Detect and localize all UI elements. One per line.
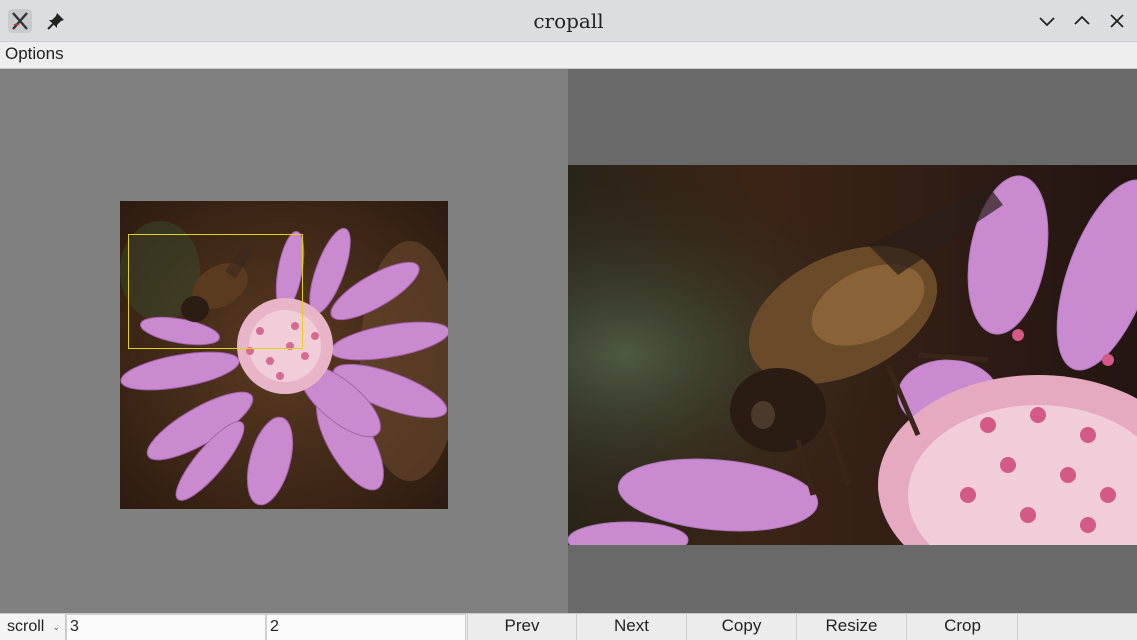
menu-bar: Options <box>0 42 1137 69</box>
next-button[interactable]: Next <box>577 614 687 640</box>
cropped-image-preview <box>568 165 1137 545</box>
maximize-chevron-icon[interactable] <box>1072 11 1092 31</box>
copy-button[interactable]: Copy <box>687 614 797 640</box>
menu-options[interactable]: Options <box>5 42 64 68</box>
crop-button[interactable]: Crop <box>908 614 1018 640</box>
close-icon[interactable] <box>1107 11 1127 31</box>
window-title: cropall <box>533 9 604 33</box>
crop-selection-rect[interactable] <box>128 234 303 349</box>
image-thumbnail[interactable] <box>120 201 448 509</box>
mode-select[interactable]: scroll ⌄ <box>0 614 66 640</box>
mode-select-value: scroll <box>7 618 45 635</box>
chevron-down-icon: ⌄ <box>52 622 60 632</box>
crop-preview-pane <box>568 69 1137 613</box>
image-preview-pane[interactable] <box>0 69 568 613</box>
minimize-chevron-icon[interactable] <box>1037 11 1057 31</box>
parameter-field-two[interactable]: 2 <box>266 614 466 640</box>
bottom-toolbar: scroll ⌄ 3 2 Prev Next Copy Resize Crop <box>0 613 1137 640</box>
title-bar: cropall <box>0 0 1137 42</box>
resize-button[interactable]: Resize <box>797 614 907 640</box>
parameter-field-one[interactable]: 3 <box>66 614 266 640</box>
prev-button[interactable]: Prev <box>467 614 577 640</box>
